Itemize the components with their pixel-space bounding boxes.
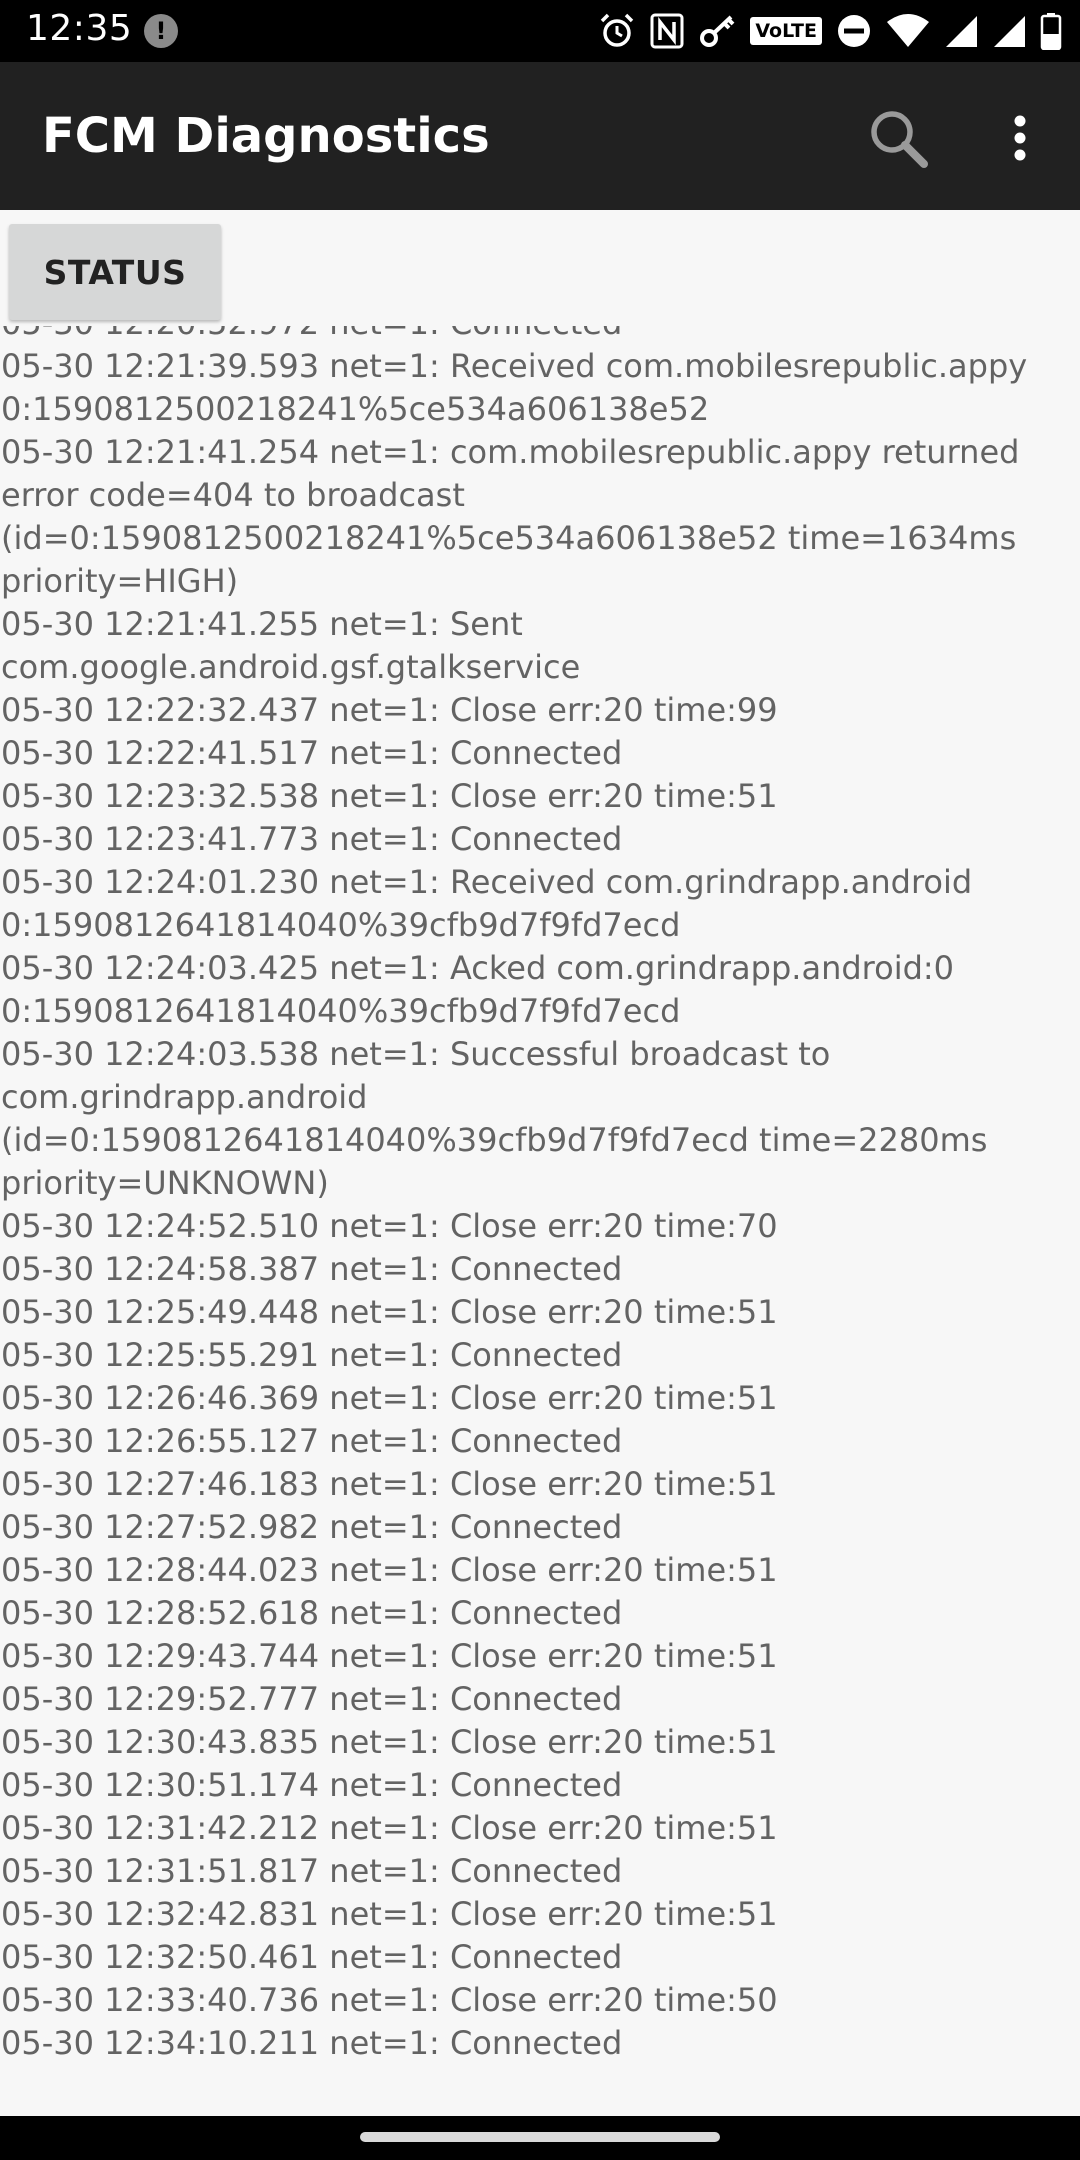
alarm-icon bbox=[601, 13, 634, 47]
app-toolbar: FCM Diagnostics bbox=[0, 62, 1080, 210]
search-button[interactable] bbox=[862, 102, 934, 174]
status-time: 12:35 bbox=[26, 8, 133, 49]
alert-icon: ! bbox=[144, 14, 178, 48]
battery-icon bbox=[1040, 13, 1062, 50]
log-text: 05-30 12:20:52.972 net=1: Connected 05-3… bbox=[1, 326, 1028, 2062]
more-vert-icon bbox=[1014, 115, 1026, 161]
search-icon bbox=[871, 111, 928, 168]
do-not-disturb-icon bbox=[838, 15, 870, 47]
app-title: FCM Diagnostics bbox=[42, 108, 490, 164]
navigation-bar bbox=[0, 2116, 1080, 2160]
signal-icon bbox=[946, 16, 977, 47]
home-gesture-handle[interactable] bbox=[360, 2132, 720, 2142]
vpn-key-icon bbox=[700, 15, 735, 47]
status-icons: VoLTE bbox=[598, 10, 1062, 52]
nfc-icon bbox=[650, 13, 684, 49]
status-button[interactable]: STATUS bbox=[9, 224, 221, 320]
overflow-menu-button[interactable] bbox=[990, 102, 1050, 174]
volte-icon: VoLTE bbox=[750, 17, 822, 45]
screen: 12:35 ! VoLTE FCM Diagnostics STATUS 05-… bbox=[0, 0, 1080, 2160]
signal-icon bbox=[994, 16, 1025, 47]
system-status-bar: 12:35 ! VoLTE bbox=[0, 0, 1080, 62]
log-scroll-area[interactable]: 05-30 12:20:52.972 net=1: Connected 05-3… bbox=[0, 326, 1080, 2116]
wifi-icon bbox=[887, 14, 929, 47]
